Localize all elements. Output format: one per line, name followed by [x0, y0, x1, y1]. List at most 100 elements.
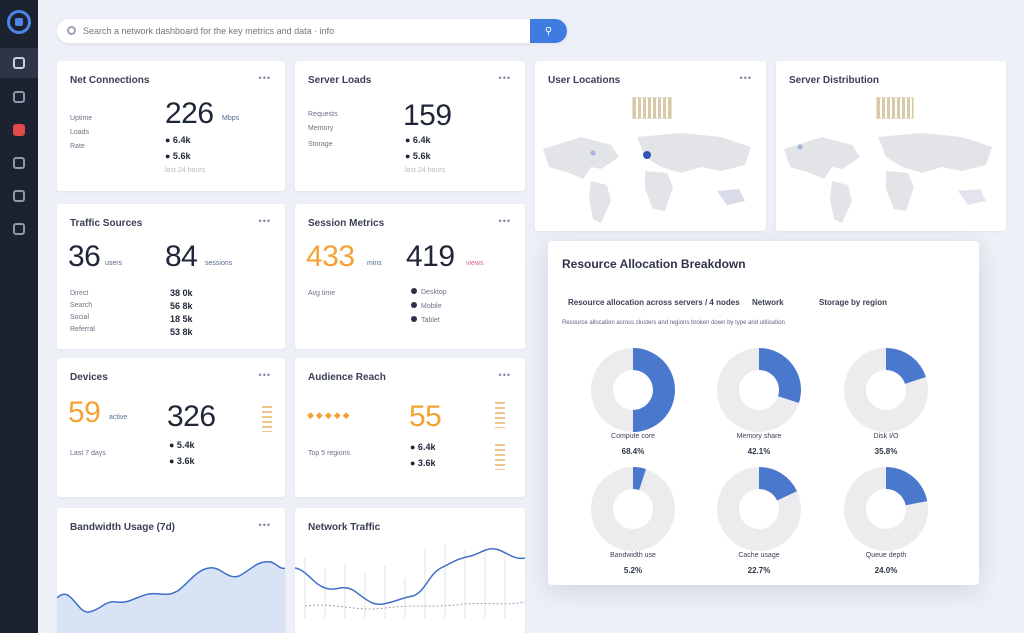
search-input[interactable]: [83, 23, 523, 39]
source-value: 38 0k: [170, 288, 193, 298]
source-value: 18 5k: [170, 314, 193, 324]
resource-allocation-panel: Resource Allocation Breakdown Resource a…: [548, 241, 979, 585]
map-legend: [876, 97, 914, 119]
donut-value: 68.4%: [621, 447, 645, 456]
sidebar-item-analytics[interactable]: [0, 148, 38, 178]
bandwidth-usage-card: Bandwidth Usage (7d) •••: [57, 508, 285, 633]
metric-label: Storage: [308, 141, 333, 148]
stat-value: ● 6.4k: [165, 135, 191, 145]
metric-label: Requests: [308, 111, 338, 118]
card-title: Net Connections: [70, 75, 150, 86]
card-title: Server Distribution: [789, 75, 880, 86]
more-icon[interactable]: •••: [259, 520, 271, 530]
donut-caption: Disk I/O: [873, 433, 899, 440]
donut-value: 42.1%: [747, 447, 771, 456]
metric-value: 159: [403, 99, 452, 132]
audience-reach-card: Audience Reach ••• ◆◆◆◆◆ 55 Top 5 region…: [295, 358, 525, 497]
world-map[interactable]: [541, 127, 763, 227]
source-value: 53 8k: [170, 327, 193, 337]
metric-value: 433: [306, 240, 355, 273]
app-logo[interactable]: [7, 10, 31, 34]
mini-bar-icon: [495, 444, 505, 470]
world-map[interactable]: [782, 127, 1004, 227]
net-connections-card: Net Connections ••• Uptime Loads Rate 22…: [57, 61, 285, 191]
metric-label: Memory: [308, 125, 334, 132]
legend-label: Tablet: [421, 317, 440, 324]
location-marker[interactable]: [590, 150, 596, 156]
stat-value: ● 6.4k: [410, 442, 436, 452]
more-icon[interactable]: •••: [499, 370, 511, 380]
donut-caption: Memory share: [736, 433, 782, 440]
sidebar-item-settings[interactable]: [0, 214, 38, 244]
footnote: last 24 hours: [165, 167, 206, 174]
footnote: Last 7 days: [70, 450, 106, 457]
card-title: Traffic Sources: [70, 218, 143, 229]
users-icon: [13, 190, 25, 202]
donut-slice[interactable]: [886, 348, 926, 384]
sub-label: Avg time: [308, 290, 336, 297]
legend-item: Mobile: [411, 302, 442, 310]
stat-value: ● 6.4k: [405, 135, 431, 145]
sidebar-item-reports[interactable]: [0, 82, 38, 112]
metric-value: 36: [68, 240, 101, 273]
donut-value: 22.7%: [747, 566, 771, 575]
mini-bar-icon: [495, 402, 505, 428]
card-title: Bandwidth Usage (7d): [70, 522, 176, 533]
source-label: Search: [70, 302, 93, 309]
card-title: Devices: [70, 372, 108, 383]
devices-card: Devices ••• 59 active 326 Last 7 days ● …: [57, 358, 285, 497]
stat-value: ● 3.6k: [169, 456, 195, 466]
more-icon[interactable]: •••: [259, 73, 271, 83]
donut-slice[interactable]: [633, 348, 675, 432]
donut-value: 24.0%: [874, 566, 898, 575]
traffic-sources-card: Traffic Sources ••• 36 users 84 sessions…: [57, 204, 285, 349]
more-icon[interactable]: •••: [740, 73, 752, 83]
grid-icon: [13, 57, 25, 69]
card-title: Audience Reach: [308, 372, 386, 383]
card-title: Session Metrics: [308, 218, 385, 229]
sidebar-item-alerts[interactable]: [0, 115, 38, 145]
user-locations-card: User Locations •••: [535, 61, 766, 231]
legend-label: Desktop: [421, 289, 447, 296]
donut-slice[interactable]: [759, 348, 801, 403]
card-title: Network Traffic: [308, 522, 381, 533]
sidebar-item-dashboard[interactable]: [0, 48, 38, 78]
bandwidth-area-chart[interactable]: [57, 544, 285, 633]
more-icon[interactable]: •••: [499, 216, 511, 226]
donut-value: 5.2%: [623, 566, 643, 575]
traffic-line-chart[interactable]: [295, 538, 525, 633]
search-button[interactable]: ⚲: [530, 19, 567, 43]
more-icon[interactable]: •••: [499, 73, 511, 83]
donut-slice[interactable]: [886, 467, 928, 506]
metric-value: 326: [167, 400, 216, 433]
location-marker[interactable]: [643, 151, 651, 159]
source-value: 56 8k: [170, 301, 193, 311]
sidebar-item-users[interactable]: [0, 181, 38, 211]
more-icon[interactable]: •••: [259, 370, 271, 380]
donut-caption: Queue depth: [865, 552, 907, 559]
card-title: Server Loads: [308, 75, 372, 86]
donut-caption: Bandwidth use: [610, 552, 656, 559]
card-title: User Locations: [548, 75, 621, 86]
legend-item: Tablet: [411, 316, 440, 324]
metric-unit: sessions: [205, 260, 233, 267]
metric-unit: mins: [367, 260, 382, 267]
donut-grid: [591, 348, 928, 551]
mini-bar-icon: [262, 406, 272, 432]
metric-value: 55: [409, 400, 442, 433]
metric-label: Loads: [70, 129, 90, 136]
metric-label: Uptime: [70, 115, 93, 122]
chart-icon: [13, 157, 25, 169]
location-marker[interactable]: [797, 144, 803, 150]
metric-label: Rate: [70, 143, 85, 150]
search-icon: [67, 26, 76, 35]
metric-unit: views: [466, 260, 484, 267]
legend-dot: [411, 288, 417, 294]
search-bar: ⚲: [57, 19, 567, 43]
more-icon[interactable]: •••: [259, 216, 271, 226]
stat-value: ● 3.6k: [410, 458, 436, 468]
server-distribution-card: Server Distribution: [776, 61, 1006, 231]
stat-value: ● 5.4k: [169, 440, 195, 450]
metric-unit: Mbps: [222, 115, 240, 122]
donut-caption: Cache usage: [738, 552, 780, 559]
